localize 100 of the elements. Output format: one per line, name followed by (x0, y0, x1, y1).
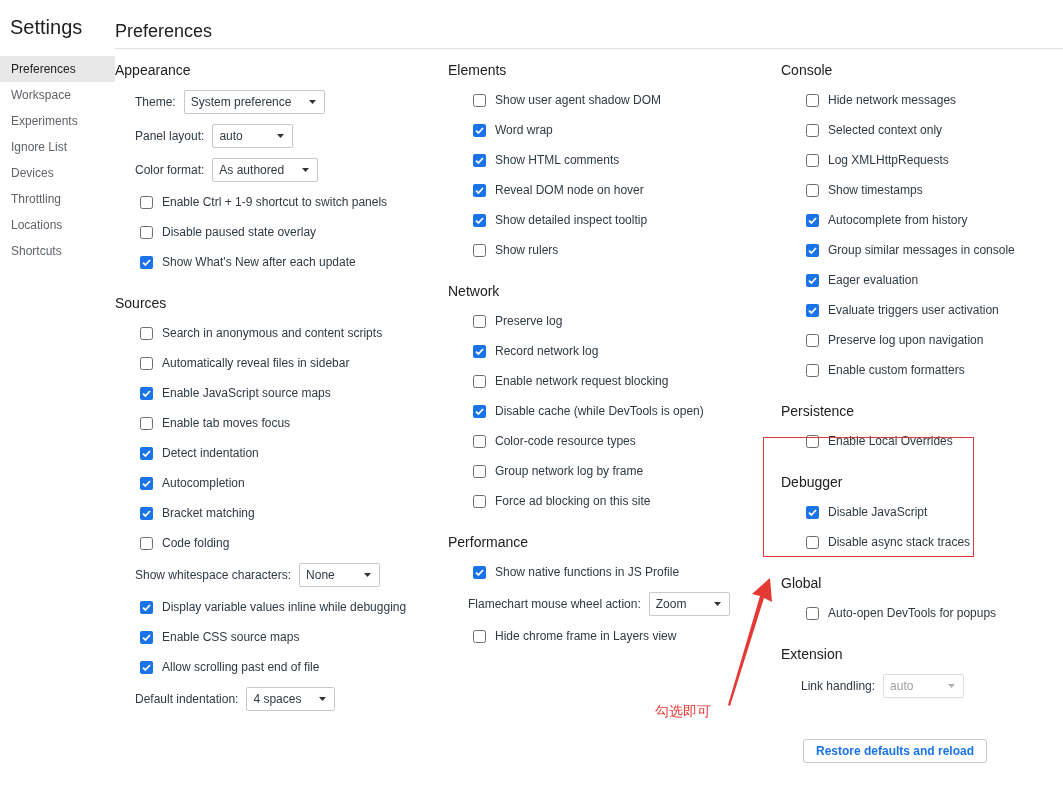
section-title: Persistence (781, 402, 856, 421)
checkbox[interactable] (140, 446, 153, 460)
checkbox[interactable] (473, 243, 486, 257)
checkbox-label: Show timestamps (828, 183, 923, 197)
checkbox-label: Reveal DOM node on hover (495, 183, 644, 197)
checkbox-label: Group similar messages in console (828, 243, 1015, 257)
checkbox[interactable] (140, 600, 153, 614)
checkbox-label: Enable custom formatters (828, 363, 965, 377)
checkbox[interactable] (473, 153, 486, 167)
checkbox-label: Disable async stack traces (828, 535, 971, 549)
checkbox[interactable] (473, 183, 486, 197)
checkbox[interactable] (473, 213, 486, 227)
checkbox-label: Hide chrome frame in Layers view (495, 629, 677, 643)
section-title: Appearance (115, 61, 192, 80)
sidebar-item[interactable]: Locations (0, 212, 115, 238)
checkbox[interactable] (473, 374, 486, 388)
checkbox[interactable] (140, 255, 153, 269)
checkbox[interactable] (806, 183, 819, 197)
checkbox-label: Selected context only (828, 123, 943, 137)
checkbox[interactable] (806, 93, 819, 107)
checkbox[interactable] (806, 333, 819, 347)
checkbox-label: Enable tab moves focus (162, 416, 291, 430)
field-label: Theme: (135, 95, 176, 109)
checkbox[interactable] (140, 195, 153, 209)
section-title: Network (448, 282, 501, 301)
checkbox-label: Detect indentation (162, 446, 259, 460)
sidebar-item[interactable]: Ignore List (0, 134, 115, 160)
dropdown[interactable]: auto (212, 124, 294, 148)
checkbox-label: Record network log (495, 344, 599, 358)
checkbox[interactable] (473, 314, 486, 328)
field-label: Link handling: (801, 679, 876, 693)
checkbox[interactable] (140, 356, 153, 370)
checkbox[interactable] (473, 344, 486, 358)
section-title: Performance (448, 533, 530, 552)
section-title: Elements (448, 61, 508, 80)
sidebar-item[interactable]: Throttling (0, 186, 115, 212)
checkbox-label: Disable paused state overlay (162, 225, 317, 239)
sidebar-item[interactable]: Shortcuts (0, 238, 115, 264)
checkbox[interactable] (806, 303, 819, 317)
checkbox[interactable] (140, 660, 153, 674)
checkbox-label: Code folding (162, 536, 230, 550)
checkbox-label: Show HTML comments (495, 153, 620, 167)
sidebar-title: Settings (9, 16, 84, 40)
checkbox[interactable] (140, 630, 153, 644)
checkbox[interactable] (806, 606, 819, 620)
checkbox[interactable] (140, 536, 153, 550)
sidebar-item[interactable]: Preferences (0, 56, 115, 82)
dropdown[interactable]: System preference (183, 90, 326, 114)
checkbox-label: Enable network request blocking (495, 374, 669, 388)
checkbox-label: Show native functions in JS Profile (495, 565, 680, 579)
checkbox[interactable] (806, 123, 819, 137)
checkbox[interactable] (473, 93, 486, 107)
section-title: Sources (115, 294, 168, 313)
checkbox[interactable] (473, 464, 486, 478)
section-title: Console (781, 61, 834, 80)
checkbox-label: Word wrap (495, 123, 553, 137)
checkbox-label: Eager evaluation (828, 273, 919, 287)
checkbox[interactable] (806, 273, 819, 287)
checkbox[interactable] (140, 225, 153, 239)
checkbox[interactable] (140, 326, 153, 340)
field-label: Flamechart mouse wheel action: (468, 597, 641, 611)
checkbox[interactable] (140, 476, 153, 490)
checkbox[interactable] (806, 153, 819, 167)
restore-button[interactable]: Restore defaults and reload (803, 739, 988, 763)
caret-icon (309, 100, 317, 104)
checkbox[interactable] (806, 213, 819, 227)
checkbox-label: Color-code resource types (495, 434, 636, 448)
checkbox-label: Autocompletion (162, 476, 245, 490)
checkbox[interactable] (806, 243, 819, 257)
sidebar-item[interactable]: Workspace (0, 82, 115, 108)
checkbox[interactable] (806, 535, 819, 549)
checkbox[interactable] (473, 404, 486, 418)
checkbox-label: Enable Ctrl + 1-9 shortcut to switch panels (162, 195, 388, 209)
checkbox-label: Hide network messages (828, 93, 957, 107)
field-label: Show whitespace characters: (135, 568, 292, 582)
checkbox[interactable] (473, 629, 486, 643)
checkbox[interactable] (806, 363, 819, 377)
checkbox[interactable] (140, 386, 153, 400)
dropdown[interactable]: As authored (212, 158, 319, 182)
caret-icon (948, 684, 956, 688)
dropdown[interactable]: 4 spaces (246, 687, 336, 711)
checkbox[interactable] (806, 505, 819, 519)
checkbox-label: Enable CSS source maps (162, 630, 300, 644)
checkbox[interactable] (473, 494, 486, 508)
dropdown[interactable]: Zoom (648, 592, 730, 616)
checkbox-label: Show detailed inspect tooltip (495, 213, 648, 227)
field-label: Default indentation: (135, 692, 239, 706)
checkbox-label: Disable JavaScript (828, 505, 928, 519)
checkbox[interactable] (140, 506, 153, 520)
checkbox-label: Show What's New after each update (162, 255, 356, 269)
checkbox-label: Enable JavaScript source maps (162, 386, 331, 400)
checkbox-label: Allow scrolling past end of file (162, 660, 320, 674)
checkbox-label: Enable Local Overrides (828, 434, 953, 448)
checkbox[interactable] (140, 416, 153, 430)
checkbox[interactable] (473, 434, 486, 448)
sidebar-item[interactable]: Experiments (0, 108, 115, 134)
sidebar-item[interactable]: Devices (0, 160, 115, 186)
dropdown[interactable]: None (299, 563, 381, 587)
checkbox[interactable] (473, 565, 486, 579)
checkbox[interactable] (473, 123, 486, 137)
